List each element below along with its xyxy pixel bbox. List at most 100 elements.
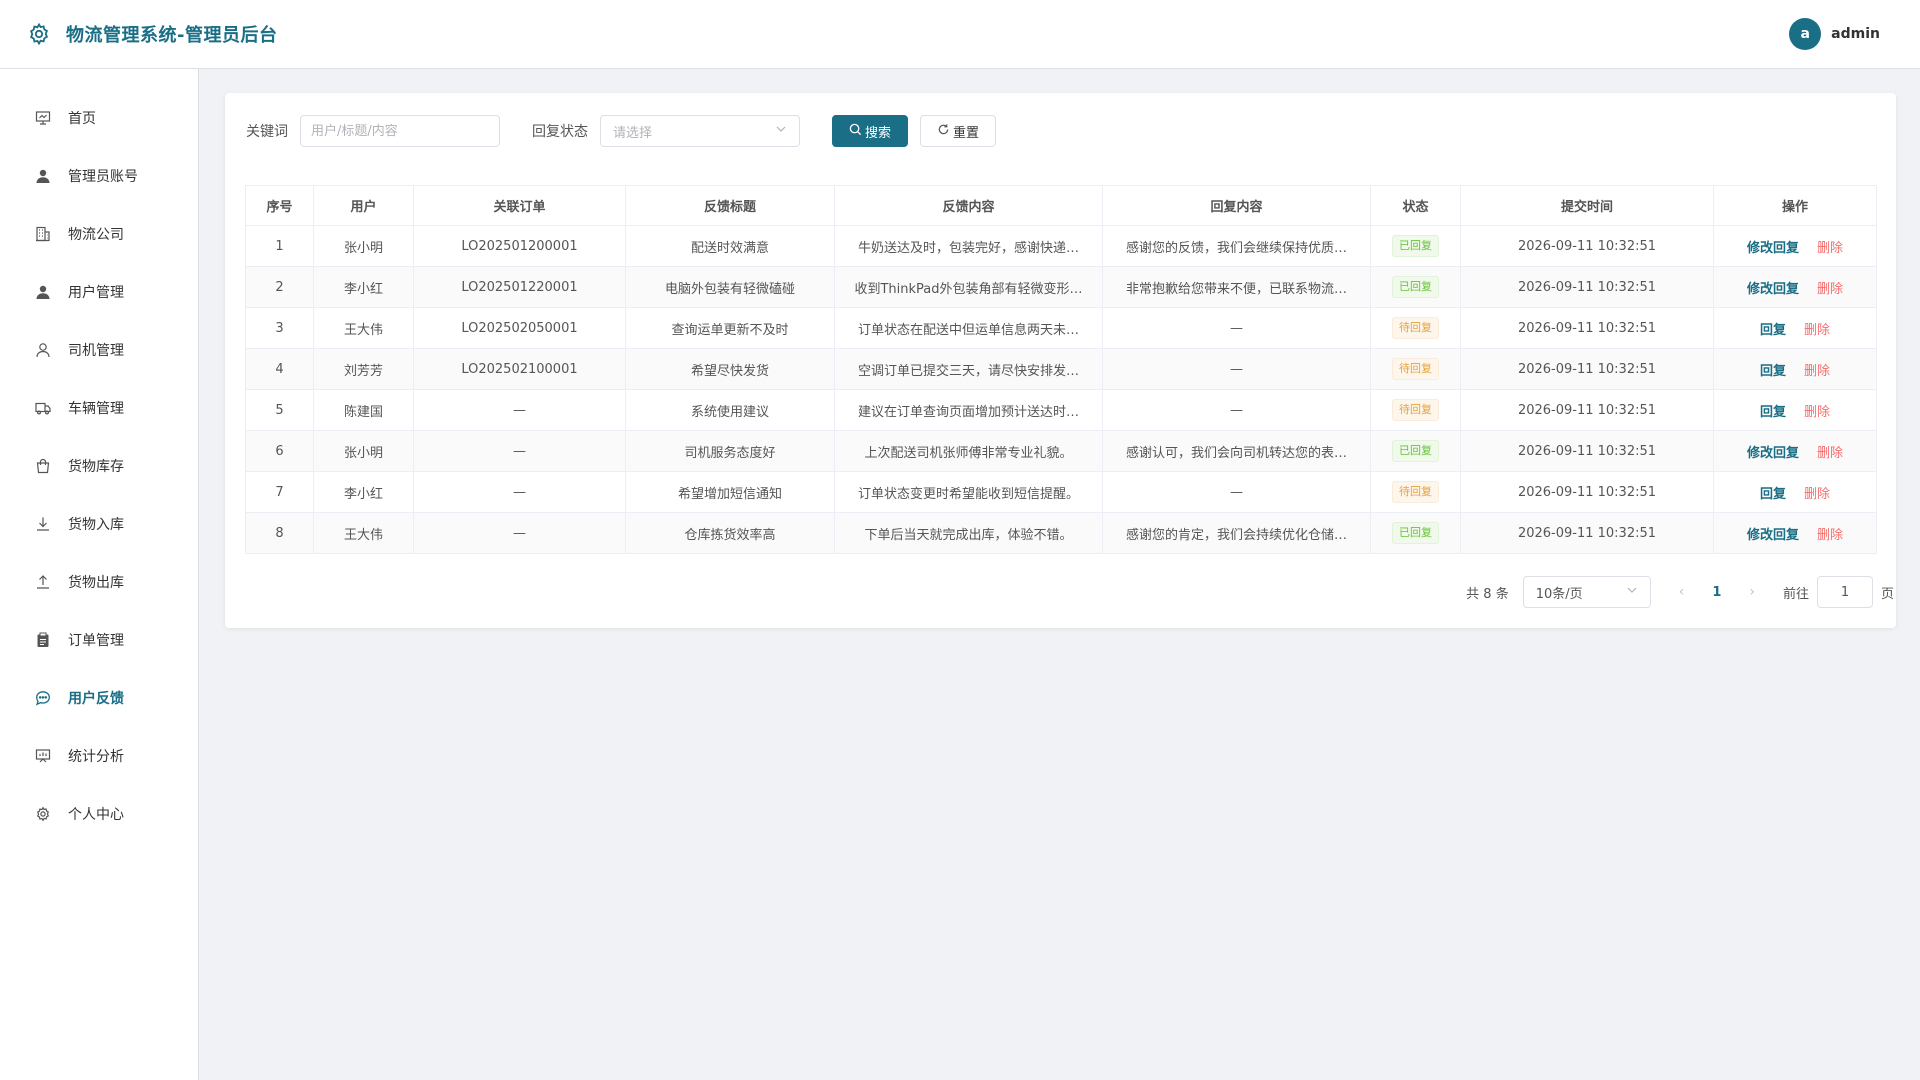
cell-actions: 回复 删除 bbox=[1713, 389, 1877, 431]
cell-no: 2 bbox=[245, 266, 314, 308]
chevron-down-icon bbox=[1626, 584, 1638, 600]
keyword-input[interactable] bbox=[300, 115, 500, 147]
cell-content: 建议在订单查询页面增加预计送达时… bbox=[834, 389, 1103, 431]
cell-no: 6 bbox=[245, 430, 314, 472]
sidebar-item-11[interactable]: 统计分析 bbox=[0, 727, 198, 785]
sidebar-item-6[interactable]: 货物库存 bbox=[0, 437, 198, 495]
cell-actions: 修改回复 删除 bbox=[1713, 512, 1877, 554]
delete-button[interactable]: 删除 bbox=[1804, 401, 1830, 420]
sidebar-item-0[interactable]: 首页 bbox=[0, 89, 198, 147]
prev-page-icon[interactable]: ‹ bbox=[1679, 584, 1685, 600]
data-board-icon bbox=[34, 747, 52, 765]
cell-order: — bbox=[413, 471, 626, 513]
table-row: 5 陈建国 — 系统使用建议 建议在订单查询页面增加预计送达时… — 待回复 2026-09-… bbox=[245, 389, 1877, 431]
cell-order: — bbox=[413, 430, 626, 472]
column-header: 提交时间 bbox=[1460, 185, 1714, 226]
cell-time: 2026-09-11 10:32:51 bbox=[1460, 307, 1714, 349]
sidebar-item-9[interactable]: 订单管理 bbox=[0, 611, 198, 669]
delete-button[interactable]: 删除 bbox=[1817, 524, 1843, 543]
delete-button[interactable]: 删除 bbox=[1817, 237, 1843, 256]
cell-time: 2026-09-11 10:32:51 bbox=[1460, 225, 1714, 267]
user-filled-icon bbox=[34, 283, 52, 301]
delete-button[interactable]: 删除 bbox=[1817, 442, 1843, 461]
cell-user: 陈建国 bbox=[313, 389, 414, 431]
user-menu[interactable]: a admin bbox=[1789, 18, 1880, 50]
keyword-label: 关键词 bbox=[246, 124, 288, 140]
edit-reply-button[interactable]: 修改回复 bbox=[1747, 237, 1799, 256]
cell-content: 上次配送司机张师傅非常专业礼貌。 bbox=[834, 430, 1103, 472]
cell-reply: — bbox=[1102, 389, 1371, 431]
delete-button[interactable]: 删除 bbox=[1804, 319, 1830, 338]
page-number-current[interactable]: 1 bbox=[1712, 585, 1721, 600]
edit-reply-button[interactable]: 修改回复 bbox=[1747, 278, 1799, 297]
delete-button[interactable]: 删除 bbox=[1804, 483, 1830, 502]
sidebar-item-label: 用户管理 bbox=[68, 285, 124, 301]
cell-reply: — bbox=[1102, 348, 1371, 390]
page-size-select[interactable]: 10条/页 bbox=[1522, 576, 1651, 608]
search-icon bbox=[849, 123, 862, 140]
sidebar-item-3[interactable]: 用户管理 bbox=[0, 263, 198, 321]
column-header: 用户 bbox=[313, 185, 414, 226]
delete-button[interactable]: 删除 bbox=[1804, 360, 1830, 379]
sidebar-item-5[interactable]: 车辆管理 bbox=[0, 379, 198, 437]
cell-title: 希望增加短信通知 bbox=[625, 471, 835, 513]
delete-button[interactable]: 删除 bbox=[1817, 278, 1843, 297]
reply-button[interactable]: 回复 bbox=[1760, 360, 1786, 379]
cell-order: LO202501220001 bbox=[413, 266, 626, 308]
table-header-row: 序号 用户 关联订单 反馈标题 反馈内容 回复内容 状态 提交时间 操作 bbox=[245, 185, 1877, 226]
cell-actions: 修改回复 删除 bbox=[1713, 266, 1877, 308]
cell-actions: 回复 删除 bbox=[1713, 348, 1877, 390]
sidebar: 首页管理员账号物流公司用户管理司机管理车辆管理货物库存货物入库 货物出库 订单管理用… bbox=[0, 69, 199, 1080]
sidebar-item-label: 货物库存 bbox=[68, 459, 124, 475]
table-row: 6 张小明 — 司机服务态度好 上次配送司机张师傅非常专业礼貌。 感谢认可，我们会向司机转… bbox=[245, 430, 1877, 472]
sidebar-item-8[interactable]: 货物出库 bbox=[0, 553, 198, 611]
cell-title: 配送时效满意 bbox=[625, 225, 835, 267]
upload-icon bbox=[34, 573, 52, 591]
sidebar-item-label: 管理员账号 bbox=[68, 169, 138, 185]
reply-button[interactable]: 回复 bbox=[1760, 483, 1786, 502]
cell-actions: 回复 删除 bbox=[1713, 471, 1877, 513]
user-name[interactable]: admin bbox=[1831, 26, 1880, 42]
cell-no: 8 bbox=[245, 512, 314, 554]
download-icon bbox=[34, 515, 52, 533]
edit-reply-button[interactable]: 修改回复 bbox=[1747, 442, 1799, 461]
pagination-total: 共 8 条 bbox=[1466, 586, 1509, 602]
search-button[interactable]: 搜索 bbox=[832, 115, 909, 147]
goto-page-input[interactable] bbox=[1816, 576, 1873, 608]
sidebar-item-7[interactable]: 货物入库 bbox=[0, 495, 198, 553]
sidebar-item-10[interactable]: 用户反馈 bbox=[0, 669, 198, 727]
cell-user: 李小红 bbox=[313, 266, 414, 308]
column-header: 操作 bbox=[1713, 185, 1877, 226]
sidebar-item-4[interactable]: 司机管理 bbox=[0, 321, 198, 379]
monitor-icon bbox=[34, 109, 52, 127]
cell-reply: 感谢认可，我们会向司机转达您的表… bbox=[1102, 430, 1371, 472]
reply-button[interactable]: 回复 bbox=[1760, 401, 1786, 420]
cell-title: 系统使用建议 bbox=[625, 389, 835, 431]
cell-time: 2026-09-11 10:32:51 bbox=[1460, 512, 1714, 554]
gear-icon bbox=[34, 805, 52, 823]
cell-reply: 非常抱歉给您带来不便，已联系物流… bbox=[1102, 266, 1371, 308]
cell-reply: — bbox=[1102, 471, 1371, 513]
next-page-icon[interactable]: › bbox=[1749, 584, 1755, 600]
sidebar-item-label: 车辆管理 bbox=[68, 401, 124, 417]
office-building-icon bbox=[34, 225, 52, 243]
status-badge: 待回复 bbox=[1392, 317, 1439, 339]
reset-button[interactable]: 重置 bbox=[920, 115, 997, 147]
cell-reply: 感谢您的肯定，我们会持续优化仓储… bbox=[1102, 512, 1371, 554]
search-button-label: 搜索 bbox=[865, 125, 892, 141]
status-select[interactable]: 请选择 bbox=[600, 115, 800, 147]
page-size-value: 10条/页 bbox=[1535, 586, 1583, 602]
edit-reply-button[interactable]: 修改回复 bbox=[1747, 524, 1799, 543]
cell-user: 张小明 bbox=[313, 225, 414, 267]
avatar[interactable]: a bbox=[1789, 18, 1822, 50]
sidebar-item-12[interactable]: 个人中心 bbox=[0, 785, 198, 843]
sidebar-item-1[interactable]: 管理员账号 bbox=[0, 147, 198, 205]
column-header: 反馈标题 bbox=[625, 185, 835, 226]
table-row: 7 李小红 — 希望增加短信通知 订单状态变更时希望能收到短信提醒。 — 待回复 2026-0… bbox=[245, 471, 1877, 513]
table-row: 4 刘芳芳 LO202502100001 希望尽快发货 空调订单已提交三天，请尽快安排发… bbox=[245, 348, 1877, 390]
sidebar-item-label: 首页 bbox=[68, 111, 96, 127]
reply-button[interactable]: 回复 bbox=[1760, 319, 1786, 338]
cell-status: 待回复 bbox=[1370, 348, 1461, 390]
sidebar-item-2[interactable]: 物流公司 bbox=[0, 205, 198, 263]
cell-order: — bbox=[413, 389, 626, 431]
